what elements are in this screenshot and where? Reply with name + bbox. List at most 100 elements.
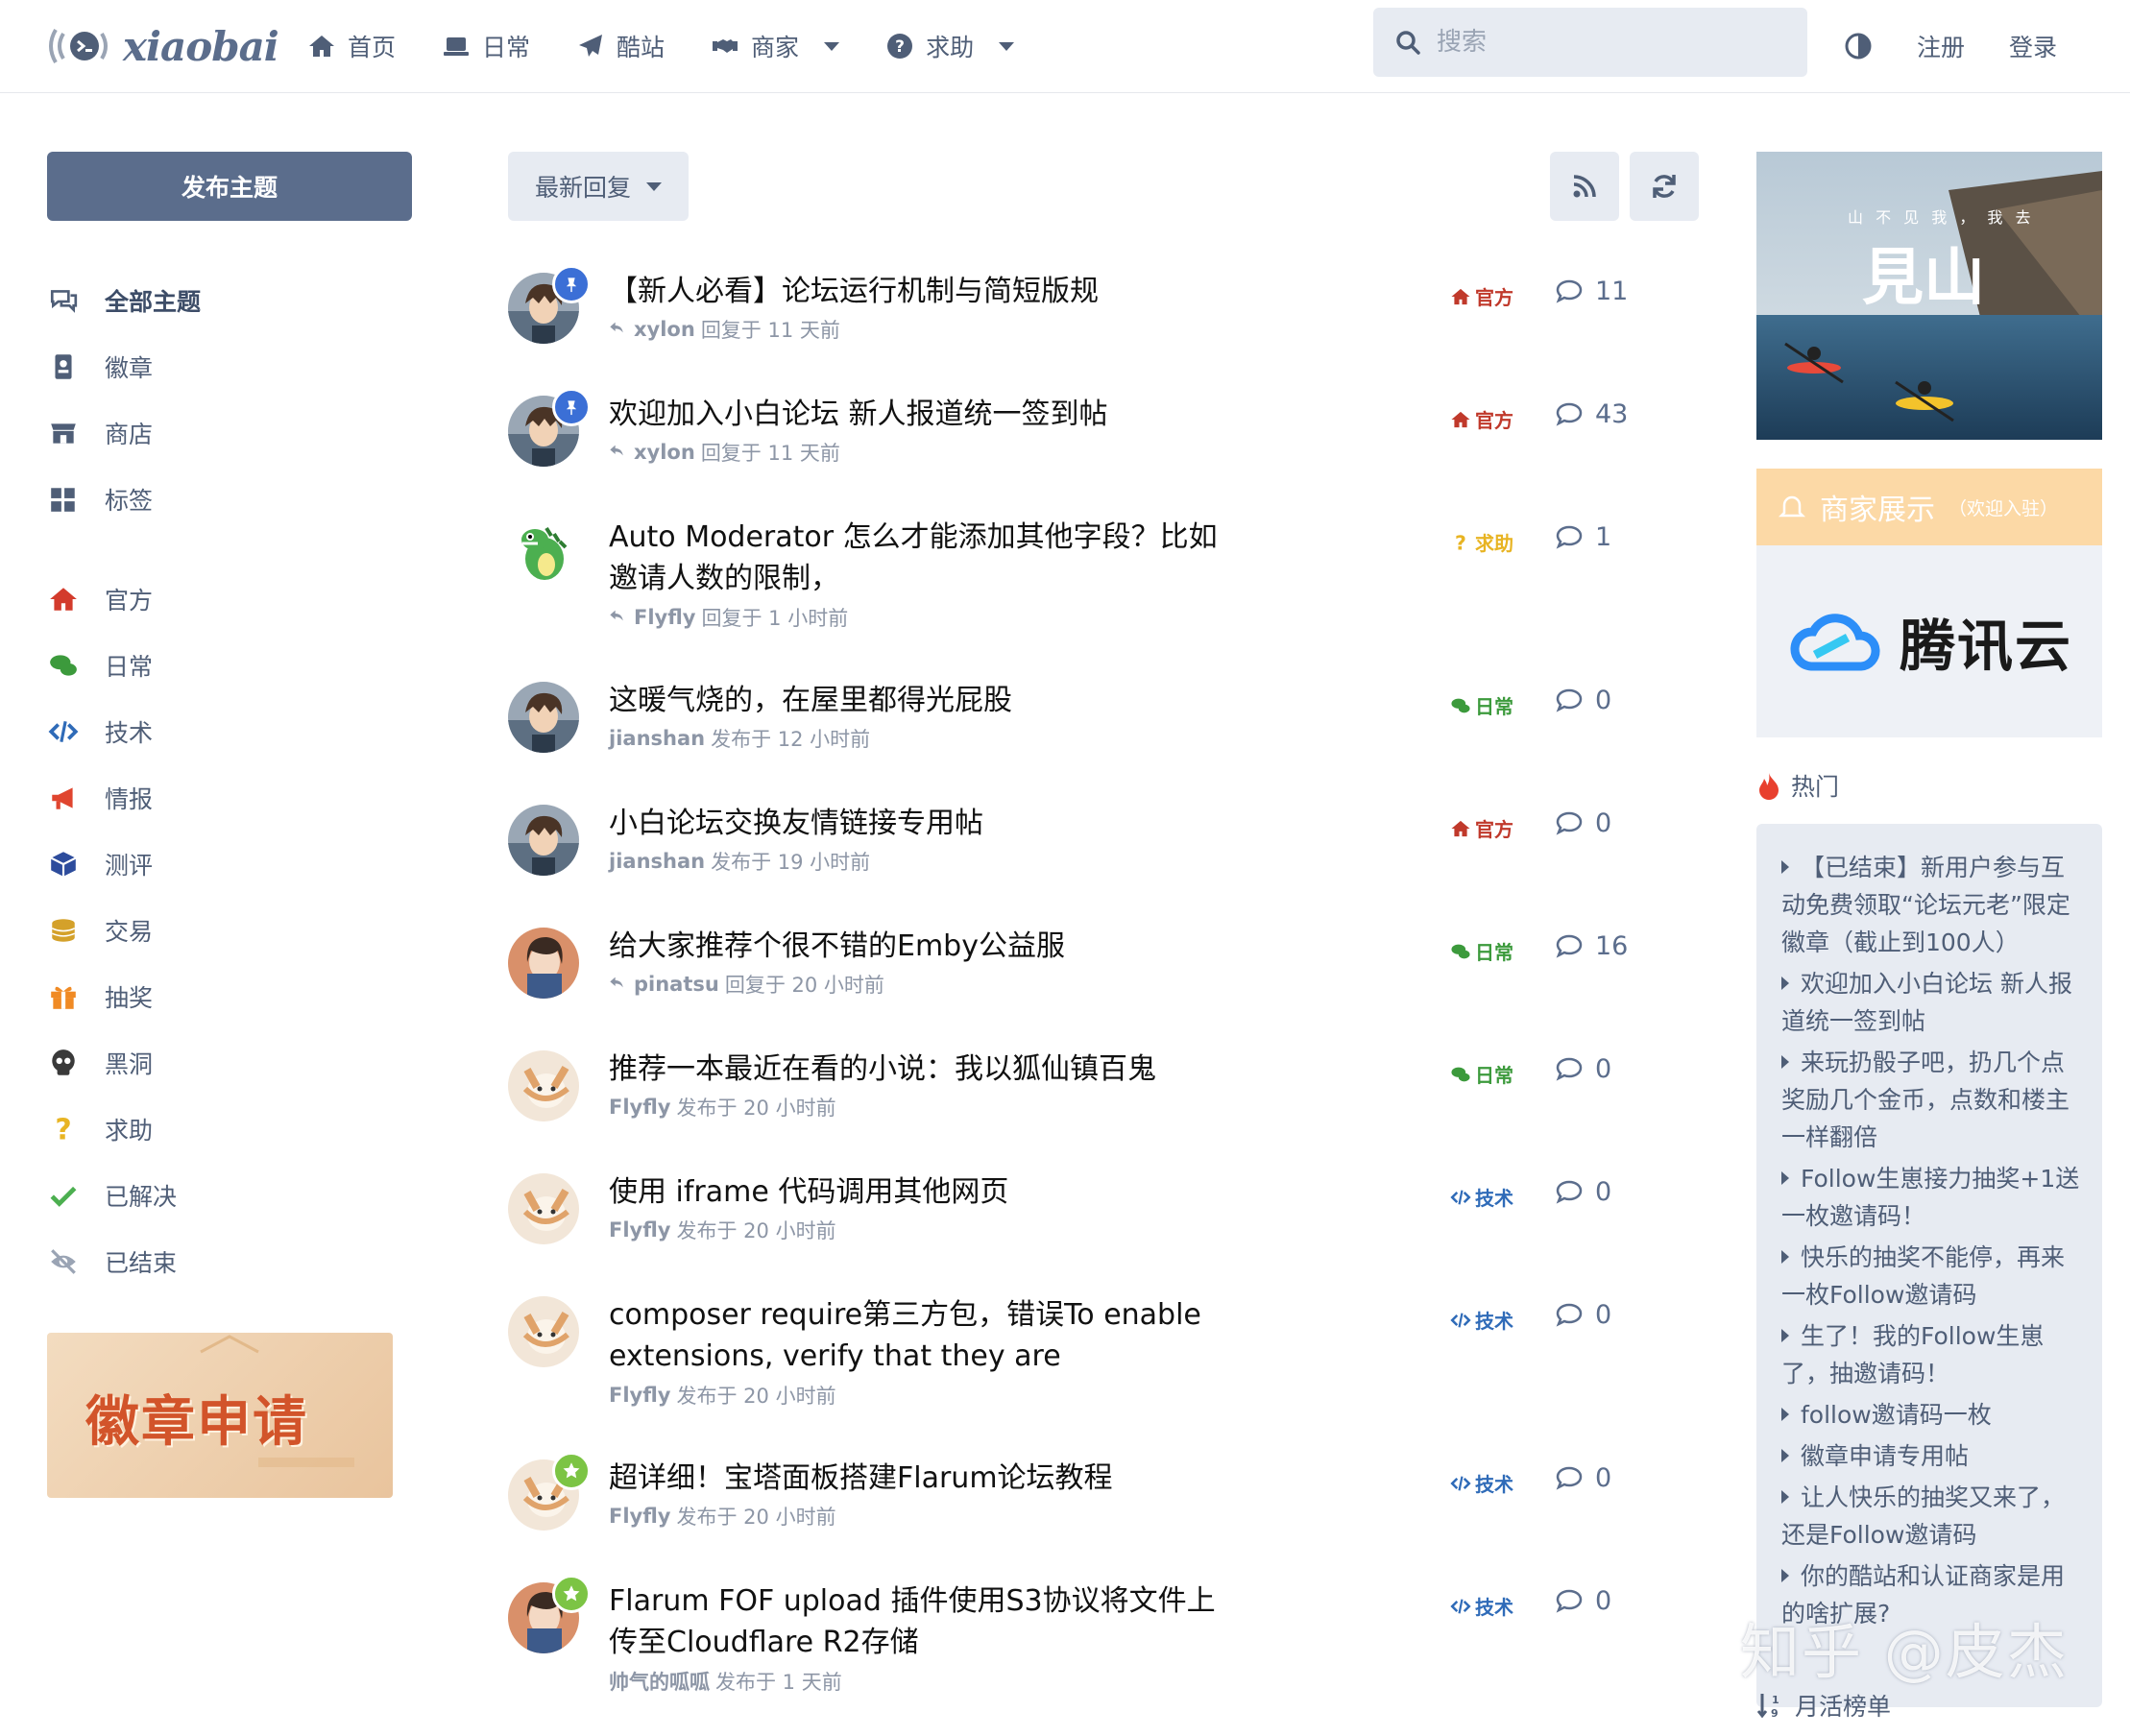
sidebar-item-14[interactable]: 已结束 <box>47 1238 177 1286</box>
discussion-user[interactable]: Flyfly <box>609 1505 671 1528</box>
avatar[interactable] <box>508 1296 579 1367</box>
nav-merchants[interactable]: 商家 <box>711 29 840 63</box>
discussion-title[interactable]: 这暖气烧的，在屋里都得光屁股 <box>609 680 1243 721</box>
discussion-tag[interactable]: 官方 <box>1450 814 1513 842</box>
discussion-title[interactable]: 超详细！宝塔面板搭建Flarum论坛教程 <box>609 1458 1243 1499</box>
discussion-tag[interactable]: 官方 <box>1450 282 1513 310</box>
discussion-item[interactable]: 这暖气烧的，在屋里都得光屁股 jianshan 发布于 12 小时前 日常 0 <box>508 682 1699 778</box>
site-logo[interactable]: xiaobai <box>46 21 279 71</box>
avatar[interactable] <box>508 1050 579 1121</box>
discussion-item[interactable]: 【新人必看】论坛运行机制与简短版规 xylon 回复于 11 天前 官方 11 <box>508 265 1699 369</box>
hot-topic-link[interactable]: follow邀请码一枚 <box>1781 1396 2081 1434</box>
nav-help[interactable]: ? 求助 <box>885 29 1015 63</box>
hot-topic-link[interactable]: Follow生崽接力抽奖+1送一枚邀请码！ <box>1781 1160 2081 1235</box>
discussion-item[interactable]: 推荐一本最近在看的小说：我以狐仙镇百鬼 Flyfly 发布于 20 小时前 日常… <box>508 1050 1699 1146</box>
sidebar-item-0[interactable]: 全部主题 <box>47 277 201 325</box>
discussion-tag[interactable]: 技术 <box>1450 1469 1513 1497</box>
discussion-tag[interactable]: 日常 <box>1450 1060 1513 1088</box>
discussion-title[interactable]: 小白论坛交换友情链接专用帖 <box>609 803 1243 844</box>
refresh-button[interactable] <box>1630 152 1699 221</box>
discussion-tag[interactable]: 技术 <box>1450 1592 1513 1620</box>
sidebar-item-6[interactable]: 技术 <box>47 708 153 756</box>
discussion-item[interactable]: Auto Moderator 怎么才能添加其他字段？比如邀请人数的限制， Fly… <box>508 518 1699 663</box>
sidebar-item-10[interactable]: 抽奖 <box>47 973 153 1021</box>
discussion-user[interactable]: Flyfly <box>609 1218 671 1242</box>
discussion-title[interactable]: 使用 iframe 代码调用其他网页 <box>609 1171 1243 1213</box>
discussion-user[interactable]: Flyfly <box>634 606 696 629</box>
sidebar-item-12[interactable]: ? 求助 <box>47 1105 153 1153</box>
sidebar-item-5[interactable]: 日常 <box>47 641 153 689</box>
discussion-tag[interactable]: 官方 <box>1450 405 1513 433</box>
discussion-tag[interactable]: ? 求助 <box>1450 528 1513 556</box>
search-input[interactable] <box>1437 28 1782 57</box>
discussion-user[interactable]: xylon <box>634 441 695 464</box>
theme-toggle-icon[interactable] <box>1844 32 1873 60</box>
hot-topic-link[interactable]: 生了！我的Follow生崽了，抽邀请码！ <box>1781 1317 2081 1392</box>
discussion-user[interactable]: 帅气的呱呱 <box>609 1667 710 1696</box>
discussion-user[interactable]: jianshan <box>609 850 705 873</box>
ad-banner-image[interactable]: 山 不 见 我 ， 我 去 見山 <box>1756 152 2102 440</box>
rss-button[interactable] <box>1550 152 1619 221</box>
nav-cool-sites[interactable]: 酷站 <box>576 29 665 63</box>
register-link[interactable]: 注册 <box>1917 29 1965 63</box>
sidebar-item-2[interactable]: 商店 <box>47 409 153 457</box>
discussion-tag[interactable]: 日常 <box>1450 937 1513 965</box>
discussion-meta: 帅气的呱呱 发布于 1 天前 <box>609 1667 842 1696</box>
discussion-title[interactable]: 给大家推荐个很不错的Emby公益服 <box>609 926 1243 967</box>
avatar[interactable] <box>508 518 579 590</box>
badge-application-banner[interactable]: 徽章申请 <box>47 1333 393 1498</box>
avatar[interactable] <box>508 1173 579 1244</box>
sidebar-item-8[interactable]: 测评 <box>47 840 153 888</box>
discussion-title[interactable]: Auto Moderator 怎么才能添加其他字段？比如邀请人数的限制， <box>609 517 1243 599</box>
hot-topic-link[interactable]: 【已结束】新用户参与互动免费领取“论坛元老”限定徽章（截止到100人） <box>1781 849 2081 961</box>
reply-count: 0 <box>1555 686 1611 715</box>
discussion-item[interactable]: 超详细！宝塔面板搭建Flarum论坛教程 Flyfly 发布于 20 小时前 技… <box>508 1452 1699 1555</box>
hot-topic-link[interactable]: 徽章申请专用帖 <box>1781 1437 2081 1475</box>
discussion-title[interactable]: 推荐一本最近在看的小说：我以狐仙镇百鬼 <box>609 1049 1243 1090</box>
sidebar-item-9[interactable]: 交易 <box>47 906 153 954</box>
login-link[interactable]: 登录 <box>2009 29 2057 63</box>
avatar[interactable] <box>508 805 579 876</box>
discussion-user[interactable]: pinatsu <box>634 973 719 996</box>
discussion-tag[interactable]: 技术 <box>1450 1306 1513 1334</box>
discussion-tag[interactable]: 日常 <box>1450 691 1513 719</box>
nav-daily[interactable]: 日常 <box>442 29 530 63</box>
reply-icon <box>610 445 623 456</box>
discussion-user[interactable]: Flyfly <box>609 1096 671 1119</box>
avatar[interactable] <box>508 682 579 753</box>
discussion-title[interactable]: 【新人必看】论坛运行机制与简短版规 <box>609 271 1243 312</box>
sidebar-item-3[interactable]: 标签 <box>47 475 153 523</box>
sort-dropdown[interactable]: 最新回复 <box>508 152 689 221</box>
avatar[interactable] <box>508 928 579 999</box>
new-discussion-button[interactable]: 发布主题 <box>47 152 412 221</box>
discussion-title[interactable]: 欢迎加入小白论坛 新人报道统一签到帖 <box>609 394 1243 435</box>
sidebar-item-7[interactable]: 情报 <box>47 774 153 822</box>
hot-topic-link[interactable]: 欢迎加入小白论坛 新人报道统一签到帖 <box>1781 965 2081 1040</box>
sidebar-item-1[interactable]: 徽章 <box>47 343 153 391</box>
hot-topic-link[interactable]: 来玩扔骰子吧，扔几个点奖励几个金币，点数和楼主一样翻倍 <box>1781 1044 2081 1156</box>
hot-topic-link[interactable]: 快乐的抽奖不能停，再来一枚Follow邀请码 <box>1781 1239 2081 1314</box>
discussion-user[interactable]: jianshan <box>609 727 705 750</box>
discussion-item[interactable]: 给大家推荐个很不错的Emby公益服 pinatsu 回复于 20 小时前 日常 … <box>508 928 1699 1024</box>
discussion-user[interactable]: xylon <box>634 318 695 341</box>
discussion-tag[interactable]: 技术 <box>1450 1183 1513 1211</box>
discussion-title[interactable]: composer require第三方包，错误To enable extensi… <box>609 1294 1243 1377</box>
nav-home[interactable]: 首页 <box>307 29 396 63</box>
sidebar-item-4[interactable]: 官方 <box>47 575 153 623</box>
merchant-tencent-cloud[interactable]: 腾讯云 <box>1756 545 2102 737</box>
discussion-item[interactable]: 小白论坛交换友情链接专用帖 jianshan 发布于 19 小时前 官方 0 <box>508 805 1699 901</box>
refresh-icon <box>1653 175 1676 198</box>
discussion-item[interactable]: Flarum FOF upload 插件使用S3协议将文件上传至Cloudfla… <box>508 1575 1699 1726</box>
sidebar-item-11[interactable]: 黑洞 <box>47 1039 153 1087</box>
sidebar-item-13[interactable]: 已解决 <box>47 1171 177 1219</box>
hot-topic-link[interactable]: 让人快乐的抽奖又来了，还是Follow邀请码 <box>1781 1479 2081 1554</box>
search-box[interactable] <box>1373 8 1807 77</box>
discussion-item[interactable]: 欢迎加入小白论坛 新人报道统一签到帖 xylon 回复于 11 天前 官方 43 <box>508 388 1699 492</box>
speech-bubble-icon <box>1556 1303 1583 1327</box>
discussion-meta: Flyfly 发布于 20 小时前 <box>609 1093 836 1121</box>
discussion-item[interactable]: composer require第三方包，错误To enable extensi… <box>508 1296 1699 1440</box>
discussion-user[interactable]: Flyfly <box>609 1384 671 1407</box>
discussion-item[interactable]: 使用 iframe 代码调用其他网页 Flyfly 发布于 20 小时前 技术 … <box>508 1173 1699 1269</box>
discussion-time: 发布于 20 小时前 <box>676 1097 836 1120</box>
discussion-title[interactable]: Flarum FOF upload 插件使用S3协议将文件上传至Cloudfla… <box>609 1580 1243 1663</box>
